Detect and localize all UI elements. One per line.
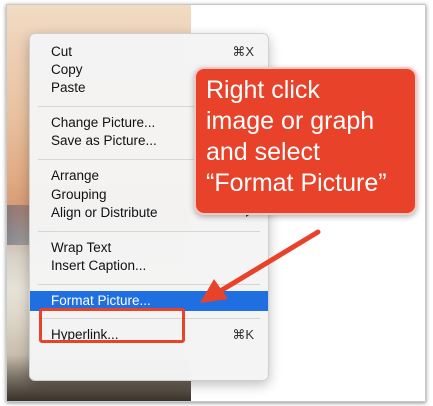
callout-text: Right click image or graph and select “F… (206, 76, 387, 197)
instruction-callout: Right click image or graph and select “F… (194, 67, 417, 215)
